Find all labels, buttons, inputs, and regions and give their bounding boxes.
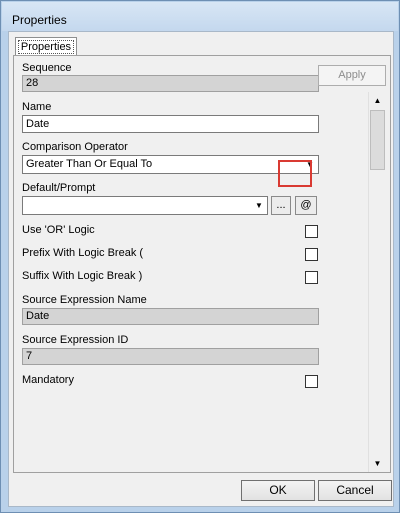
scroll-up-icon[interactable]: ▲ [369, 92, 386, 109]
prefix-logic-break-label: Prefix With Logic Break ( [22, 247, 144, 259]
browse-button[interactable]: ... [271, 196, 291, 215]
ok-button[interactable]: OK [241, 480, 315, 501]
comparison-operator-value: Greater Than Or Equal To [26, 158, 153, 170]
source-expression-id-field: 7 [22, 348, 319, 365]
tab-properties-label: Properties [17, 40, 75, 54]
at-button[interactable]: @ [295, 196, 317, 215]
window-title: Properties [12, 13, 67, 27]
name-label: Name [22, 101, 52, 113]
comparison-operator-select[interactable]: Greater Than Or Equal To ▼ [22, 155, 319, 174]
title-bar[interactable]: Properties [2, 2, 398, 31]
default-prompt-combo[interactable]: ▼ [22, 196, 268, 215]
source-expression-name-field: Date [22, 308, 319, 325]
source-expression-name-label: Source Expression Name [22, 294, 147, 306]
suffix-logic-break-label: Suffix With Logic Break ) [22, 270, 143, 282]
suffix-logic-break-checkbox[interactable] [305, 271, 318, 284]
use-or-logic-label: Use 'OR' Logic [22, 224, 95, 236]
source-expression-id-label: Source Expression ID [22, 334, 129, 346]
cancel-button[interactable]: Cancel [318, 480, 392, 501]
mandatory-label: Mandatory [22, 374, 74, 386]
highlight-annotation [278, 160, 312, 187]
dialog-client-area: Properties Sequence 28 Name Date Compari… [8, 31, 394, 507]
apply-button[interactable]: Apply [318, 65, 386, 86]
name-field[interactable]: Date [22, 115, 319, 133]
use-or-logic-checkbox[interactable] [305, 225, 318, 238]
properties-window: Properties Properties Sequence 28 Name D… [0, 0, 400, 513]
dropdown-arrow-icon[interactable]: ▼ [252, 198, 266, 213]
properties-panel: Sequence 28 Name Date Comparison Operato… [13, 55, 391, 473]
mandatory-checkbox[interactable] [305, 375, 318, 388]
comparison-operator-label: Comparison Operator [22, 141, 128, 153]
vertical-scrollbar[interactable]: ▲ ▼ [368, 92, 385, 472]
scroll-down-icon[interactable]: ▼ [369, 455, 386, 472]
sequence-label: Sequence [22, 62, 72, 74]
default-prompt-label: Default/Prompt [22, 182, 96, 194]
tab-properties[interactable]: Properties [15, 37, 77, 56]
sequence-field: 28 [22, 75, 319, 92]
prefix-logic-break-checkbox[interactable] [305, 248, 318, 261]
scroll-thumb[interactable] [370, 110, 385, 170]
